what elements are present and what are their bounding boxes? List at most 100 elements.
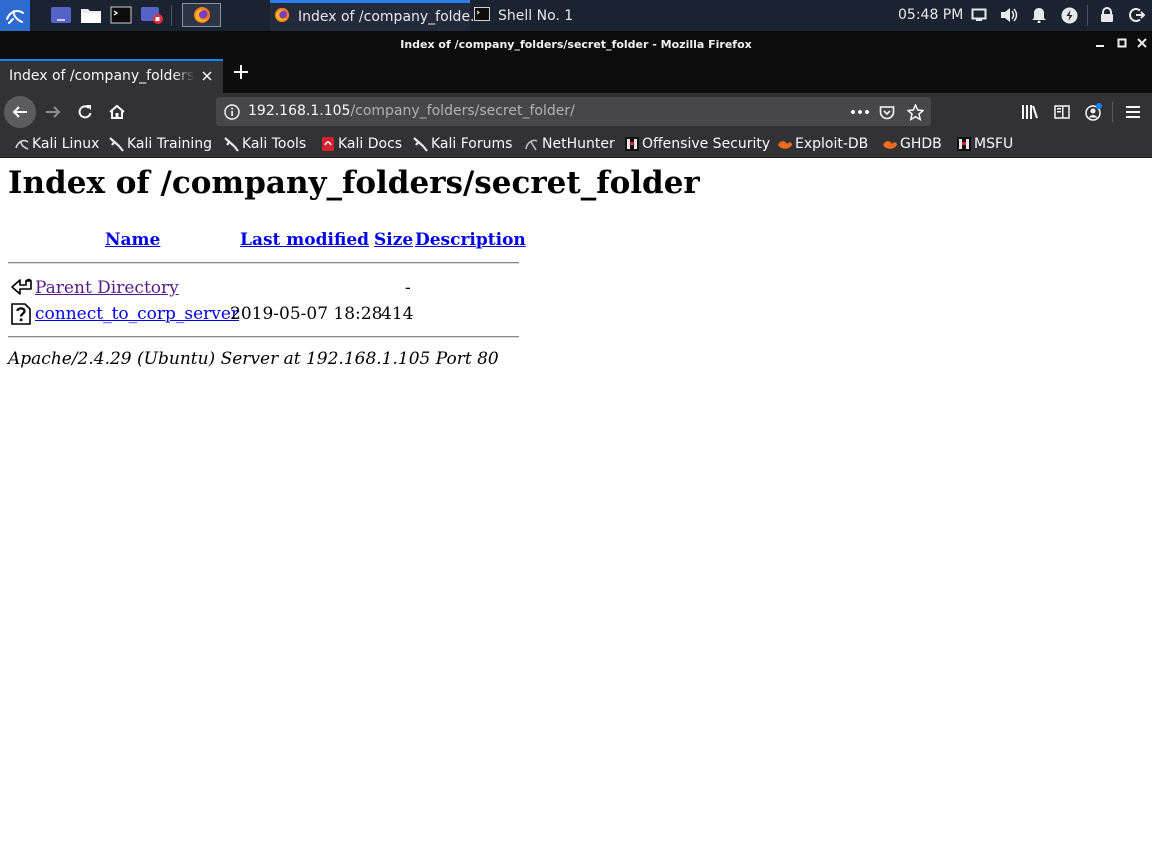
firefox-launcher[interactable] [182, 3, 221, 27]
offsec-icon [956, 136, 972, 152]
column-header-name[interactable]: Name [105, 230, 160, 250]
site-info-button[interactable] [222, 102, 242, 122]
kali-dragon-icon [109, 136, 125, 152]
bookmark-offensive-security[interactable]: Offensive Security [624, 134, 770, 154]
url-bar[interactable]: 192.168.1.105/company_folders/secret_fol… [216, 97, 931, 126]
bookmark-label: Offensive Security [642, 136, 771, 152]
forward-arrow-icon [46, 106, 61, 118]
plus-icon [234, 65, 248, 79]
kali-docs-icon [320, 136, 336, 152]
bookmark-msfu[interactable]: MSFU [956, 134, 1013, 154]
toolbar-separator [1112, 102, 1113, 122]
terminal-launcher[interactable] [109, 3, 133, 27]
bookmark-kali-training[interactable]: Kali Training [109, 134, 212, 154]
page-actions-button[interactable] [850, 102, 870, 122]
home-icon [109, 104, 125, 119]
bookmark-label: MSFU [974, 136, 1014, 152]
bookmark-kali-tools[interactable]: Kali Tools [224, 134, 306, 154]
taskbar-task-terminal[interactable]: Shell No. 1 [470, 0, 620, 31]
parent-directory-link[interactable]: Parent Directory [35, 278, 179, 298]
bookmark-label: Kali Tools [242, 136, 307, 152]
url-path: /company_folders/secret_folder/ [350, 103, 575, 119]
page-content: Index of /company_folders/secret_folder … [0, 158, 1152, 864]
firefox-icon [193, 7, 210, 23]
minimize-button[interactable] [1091, 35, 1109, 53]
kali-dragon-icon [224, 136, 240, 152]
logout-icon [1129, 8, 1145, 22]
bookmark-kali-docs[interactable]: Kali Docs [320, 134, 402, 154]
file-link-connect-to-corp-server[interactable]: connect_to_corp_server [35, 304, 239, 324]
screen-recorder-launcher[interactable] [139, 3, 165, 27]
volume-tray-button[interactable] [1000, 6, 1018, 24]
home-button[interactable] [101, 96, 133, 128]
kali-dragon-icon [14, 136, 30, 152]
back-button[interactable] [4, 96, 36, 128]
bookmarks-toolbar: Kali Linux Kali Training Kali Tools Kali… [0, 130, 1152, 158]
server-signature: Apache/2.4.29 (Ubuntu) Server at 192.168… [8, 349, 499, 369]
display-tray-button[interactable] [970, 6, 988, 24]
panel-separator [1087, 5, 1088, 26]
terminal-icon [474, 6, 490, 25]
monitor-icon [971, 8, 987, 21]
open-menu-button[interactable] [1117, 96, 1149, 128]
panel-clock[interactable]: 05:48 PM [898, 0, 963, 31]
tab-strip: Index of /company_folders/secret_folder [0, 58, 1152, 93]
bookmark-nethunter[interactable]: NetHunter [524, 134, 615, 154]
bookmark-kali-linux[interactable]: Kali Linux [14, 134, 99, 154]
forward-button[interactable] [37, 96, 69, 128]
page-heading: Index of /company_folders/secret_folder [8, 165, 700, 201]
logout-button[interactable] [1128, 6, 1146, 24]
bookmark-label: Exploit-DB [795, 136, 869, 152]
tab-close-button[interactable] [199, 69, 215, 85]
star-icon [906, 103, 924, 121]
bookmark-label: Kali Linux [32, 136, 100, 152]
tab-index-of-secret-folder[interactable]: Index of /company_folders/secret_folder [0, 59, 223, 93]
reload-button[interactable] [69, 96, 101, 128]
sidebar-button[interactable] [1046, 96, 1078, 128]
bookmark-label: Kali Training [127, 136, 212, 152]
kali-dragon-icon [6, 9, 24, 24]
kali-menu-button[interactable] [0, 0, 30, 31]
column-header-size[interactable]: Size [374, 230, 413, 250]
folder-icon [81, 9, 101, 23]
power-manager-tray-button[interactable] [1060, 6, 1078, 24]
bookmark-ghdb[interactable]: GHDB [882, 134, 942, 154]
notifications-tray-button[interactable] [1030, 6, 1048, 24]
bookmark-exploit-db[interactable]: Exploit-DB [777, 134, 868, 154]
bookmark-kali-forums[interactable]: Kali Forums [413, 134, 512, 154]
minimize-icon [1096, 45, 1104, 47]
bell-icon [1032, 8, 1046, 23]
terminal-icon [110, 6, 132, 24]
window-titlebar[interactable]: Index of /company_folders/secret_folder … [0, 31, 1152, 58]
taskbar-task-firefox[interactable]: Index of /company_folde... [270, 0, 483, 31]
navigation-toolbar: 192.168.1.105/company_folders/secret_fol… [0, 93, 1152, 130]
library-button[interactable] [1014, 96, 1046, 128]
kali-top-panel: Index of /company_folde... Shell No. 1 0… [0, 0, 1152, 31]
pocket-icon [879, 106, 895, 120]
nethunter-icon [524, 136, 540, 152]
desktop-icon [51, 7, 71, 23]
file-manager-launcher[interactable] [79, 3, 103, 27]
back-arrow-icon [11, 277, 32, 299]
unknown-file-icon [11, 303, 32, 325]
url-text[interactable]: 192.168.1.105/company_folders/secret_fol… [248, 103, 575, 119]
url-host: 192.168.1.105 [248, 103, 351, 119]
maximize-button[interactable] [1113, 35, 1131, 53]
back-arrow-icon [12, 106, 27, 118]
exploit-db-icon [777, 136, 793, 152]
new-tab-button[interactable] [230, 63, 252, 85]
column-header-last-modified[interactable]: Last modified [240, 230, 369, 250]
pocket-button[interactable] [877, 102, 897, 122]
close-window-button[interactable] [1133, 35, 1151, 53]
firefox-icon [274, 7, 290, 27]
lock-screen-button[interactable] [1098, 6, 1116, 24]
window-title: Index of /company_folders/secret_folder … [400, 38, 752, 51]
bookmark-star-button[interactable] [905, 102, 925, 122]
account-button[interactable] [1078, 96, 1110, 128]
screen-recorder-icon [141, 7, 163, 24]
offsec-icon [624, 136, 640, 152]
close-icon [1137, 38, 1147, 48]
file-size: 414 [381, 304, 414, 324]
show-desktop-button[interactable] [49, 3, 73, 27]
column-header-description[interactable]: Description [415, 230, 526, 250]
